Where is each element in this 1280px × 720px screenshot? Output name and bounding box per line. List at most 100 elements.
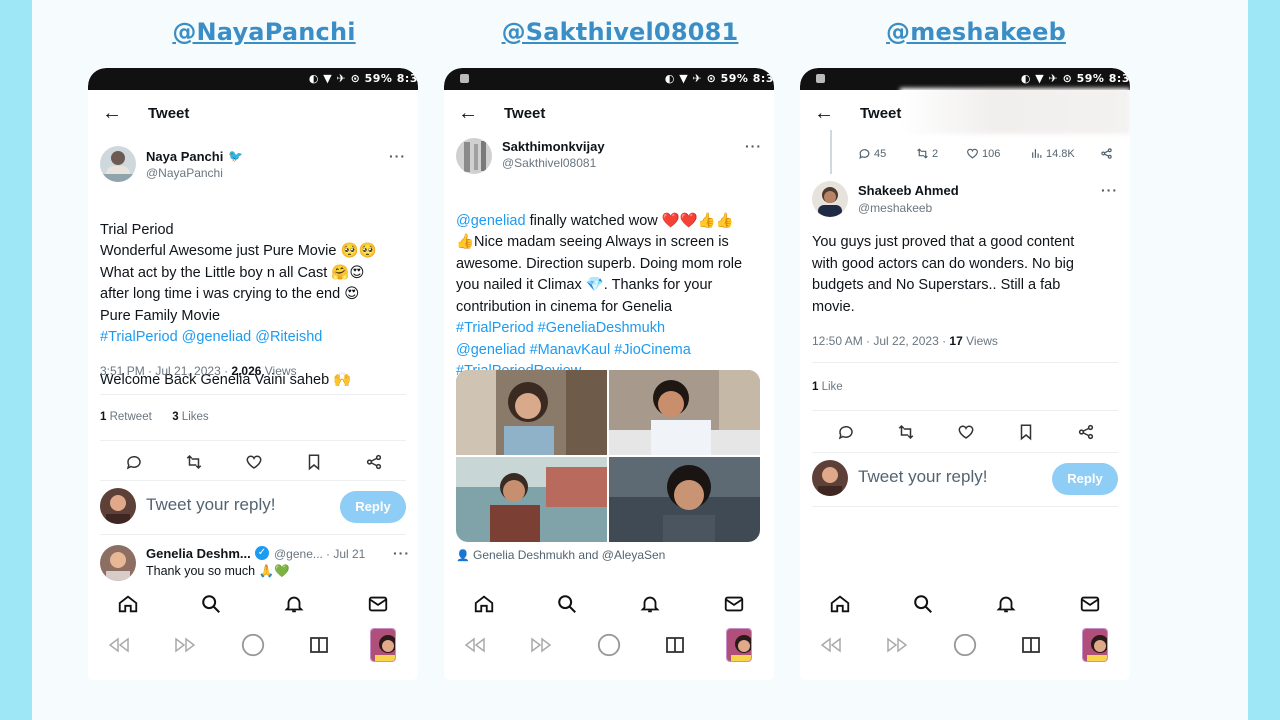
parent-tweet-stats: 45 2 106 14.8K	[812, 145, 1118, 167]
fast-forward-icon[interactable]	[172, 632, 198, 658]
share-icon[interactable]	[1074, 420, 1098, 444]
bookmark-icon[interactable]	[1014, 420, 1038, 444]
author-name[interactable]: Shakeeb Ahmed	[858, 183, 959, 198]
notifications-bell-icon[interactable]	[638, 592, 662, 616]
back-arrow-icon[interactable]: ←	[814, 102, 834, 124]
back-arrow-icon[interactable]: ←	[102, 102, 122, 124]
fast-forward-icon[interactable]	[884, 632, 910, 658]
media-image[interactable]	[456, 370, 607, 455]
app-thumbnail[interactable]	[370, 628, 396, 662]
engagement-stats[interactable]: 1 Retweet 3 Likes	[100, 411, 209, 423]
parent-likes[interactable]: 106	[966, 147, 1000, 160]
reply-input[interactable]: Tweet your reply!	[146, 495, 275, 515]
more-options-icon[interactable]: ···	[1101, 182, 1118, 198]
divider	[812, 452, 1118, 453]
parent-retweets[interactable]: 2	[916, 147, 938, 160]
like-icon[interactable]	[954, 420, 978, 444]
back-arrow-icon[interactable]: ←	[458, 102, 478, 124]
avatar[interactable]	[812, 181, 848, 217]
messages-mail-icon[interactable]	[1078, 592, 1102, 616]
status-bar: ◐ ▼ ✈ ⊙ 59% 8:3	[800, 68, 1130, 90]
status-icons: ◐ ▼ ✈ ⊙ 59% 8:3	[664, 72, 774, 85]
author-handle[interactable]: @NayaPanchi	[146, 166, 223, 180]
author-handle[interactable]: @meshakeeb	[858, 201, 932, 215]
panel-handle-label[interactable]: @NayaPanchi	[86, 18, 442, 46]
avatar[interactable]	[456, 138, 492, 174]
reply-button[interactable]: Reply	[1052, 463, 1118, 495]
tweet-author[interactable]: Shakeeb Ahmed @meshakeeb ···	[812, 181, 1118, 221]
tweet-author[interactable]: Naya Panchi 🐦 @NayaPanchi ···	[100, 146, 406, 186]
rewind-icon[interactable]	[462, 632, 488, 658]
tweet-text: You guys just proved that a good content…	[812, 234, 1075, 315]
media-image[interactable]	[609, 370, 760, 455]
phone-screen: ◐ ▼ ✈ ⊙ 59% 8:3 ← Tweet 45 2 106 14.8K S…	[800, 68, 1130, 680]
messages-mail-icon[interactable]	[722, 592, 746, 616]
panel-handle-label[interactable]: @meshakeeb	[798, 18, 1154, 46]
messages-mail-icon[interactable]	[366, 592, 390, 616]
media-tag[interactable]: 👤 Genelia Deshmukh and @AleyaSen	[456, 548, 665, 562]
retweet-icon[interactable]	[182, 450, 206, 474]
share-icon[interactable]	[1100, 147, 1113, 160]
more-options-icon[interactable]: ···	[393, 545, 410, 561]
like-icon[interactable]	[242, 450, 266, 474]
app-thumbnail[interactable]	[726, 628, 752, 662]
bookmark-icon[interactable]	[302, 450, 326, 474]
home-circle-icon[interactable]	[952, 632, 978, 658]
page-title: Tweet	[860, 105, 902, 122]
home-icon[interactable]	[116, 592, 140, 616]
divider	[100, 480, 406, 481]
search-icon[interactable]	[555, 592, 579, 616]
recent-apps-icon[interactable]	[1018, 632, 1044, 658]
status-icons: ◐ ▼ ✈ ⊙ 59% 8:3	[1020, 72, 1130, 85]
more-options-icon[interactable]: ···	[745, 138, 762, 154]
share-icon[interactable]	[362, 450, 386, 474]
reply-author-handle[interactable]: @gene...	[274, 547, 323, 561]
retweet-icon[interactable]	[894, 420, 918, 444]
recent-apps-icon[interactable]	[306, 632, 332, 658]
notifications-bell-icon[interactable]	[282, 592, 306, 616]
parent-replies[interactable]: 45	[858, 147, 886, 160]
notification-icon	[460, 74, 469, 83]
parent-views[interactable]: 14.8K	[1030, 147, 1075, 160]
media-image[interactable]	[609, 457, 760, 542]
reply-date: · Jul 21	[326, 547, 366, 561]
tweet-mention-link[interactable]: @geneliad	[456, 213, 526, 229]
media-tag-text: Genelia Deshmukh and @AleyaSen	[473, 548, 666, 562]
rewind-icon[interactable]	[106, 632, 132, 658]
home-circle-icon[interactable]	[596, 632, 622, 658]
reply-author-name[interactable]: Genelia Deshm...	[146, 546, 251, 561]
notifications-bell-icon[interactable]	[994, 592, 1018, 616]
bottom-nav	[800, 592, 1130, 622]
tweet-media-grid[interactable]	[456, 370, 760, 542]
panel-handle-label[interactable]: @Sakthivel08081	[442, 18, 798, 46]
author-name[interactable]: Naya Panchi	[146, 149, 223, 164]
reply-icon[interactable]	[834, 420, 858, 444]
tweet-author[interactable]: Sakthimonkvijay @Sakthivel08081 ···	[456, 138, 762, 178]
tweet-hashtags-link[interactable]: #TrialPeriod @geneliad @Riteishd	[100, 327, 408, 349]
status-bar: ◐ ▼ ✈ ⊙ 59% 8:3	[444, 68, 774, 90]
home-circle-icon[interactable]	[240, 632, 266, 658]
reply-input[interactable]: Tweet your reply!	[858, 467, 987, 487]
search-icon[interactable]	[911, 592, 935, 616]
app-thumbnail[interactable]	[1082, 628, 1108, 662]
phone-screen: ◐ ▼ ✈ ⊙ 59% 8:3 ← Tweet Sakthimonkvijay …	[444, 68, 774, 680]
like-icon	[967, 148, 978, 159]
status-icons: ◐ ▼ ✈ ⊙ 59% 8:3	[308, 72, 418, 85]
media-image[interactable]	[456, 457, 607, 542]
reply-icon[interactable]	[122, 450, 146, 474]
more-options-icon[interactable]: ···	[389, 148, 406, 164]
recent-apps-icon[interactable]	[662, 632, 688, 658]
author-handle[interactable]: @Sakthivel08081	[502, 156, 596, 170]
home-icon[interactable]	[828, 592, 852, 616]
fast-forward-icon[interactable]	[528, 632, 554, 658]
rewind-icon[interactable]	[818, 632, 844, 658]
engagement-stats[interactable]: 1 Like	[812, 381, 843, 393]
reply-item[interactable]: Genelia Deshm... ✓ @gene... · Jul 21 ···…	[100, 543, 410, 583]
verified-badge-icon: ✓	[255, 546, 269, 560]
search-icon[interactable]	[199, 592, 223, 616]
avatar[interactable]	[100, 146, 136, 182]
avatar[interactable]	[100, 545, 136, 581]
reply-button[interactable]: Reply	[340, 491, 406, 523]
home-icon[interactable]	[472, 592, 496, 616]
author-name[interactable]: Sakthimonkvijay	[502, 139, 605, 154]
